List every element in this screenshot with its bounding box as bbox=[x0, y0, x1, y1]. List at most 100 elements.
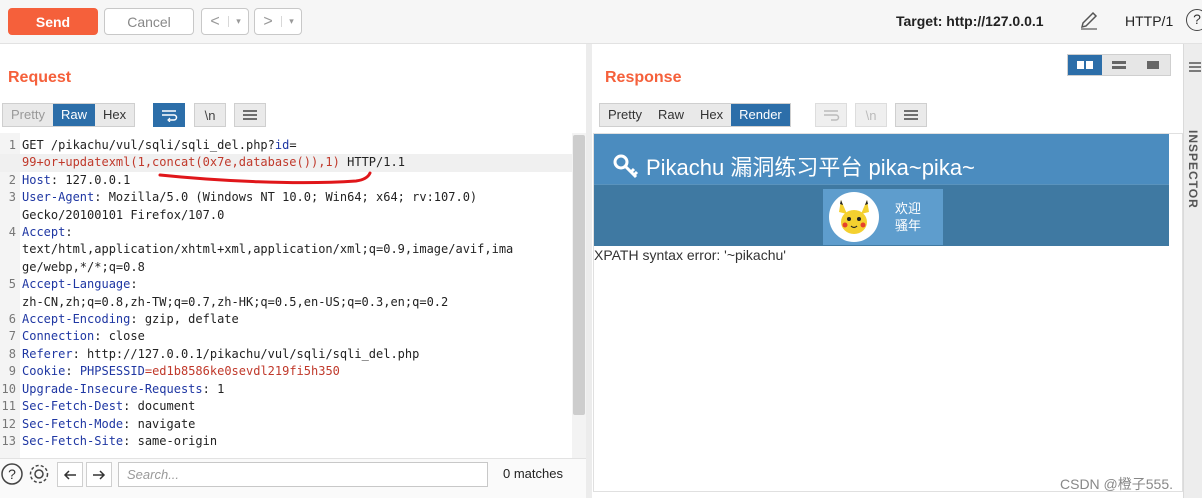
welcome-line-2: 骚年 bbox=[895, 218, 922, 233]
code-token: text/html,application/xhtml+xml,applicat… bbox=[22, 242, 514, 257]
inspector-tab[interactable]: INSPECTOR bbox=[1186, 130, 1200, 209]
code-token: Accept-Encoding bbox=[22, 312, 131, 327]
settings-gear-icon[interactable] bbox=[27, 462, 51, 486]
chevron-down-icon[interactable]: ▾ bbox=[281, 16, 301, 27]
line-content: zh-CN,zh;q=0.8,zh-TW;q=0.7,zh-HK;q=0.5,e… bbox=[20, 294, 572, 311]
line-content: text/html,application/xhtml+xml,applicat… bbox=[20, 241, 572, 258]
pane-splitter[interactable] bbox=[586, 44, 592, 498]
cancel-button[interactable]: Cancel bbox=[104, 8, 194, 35]
line-number bbox=[0, 154, 20, 171]
code-token: Host bbox=[22, 172, 51, 187]
code-token: PHPSESSID bbox=[79, 364, 145, 379]
tab-render[interactable]: Render bbox=[731, 104, 790, 126]
welcome-line-1: 欢迎 bbox=[895, 201, 922, 216]
send-button[interactable]: Send bbox=[8, 8, 98, 35]
layout-side-by-side-icon[interactable] bbox=[1068, 55, 1102, 75]
code-token: = bbox=[289, 138, 297, 152]
line-content: Accept: bbox=[20, 224, 572, 241]
back-history-group[interactable]: < ▾ bbox=[201, 8, 249, 35]
chevron-right-icon[interactable]: > bbox=[255, 13, 281, 31]
tab-pretty[interactable]: Pretty bbox=[3, 104, 53, 126]
code-token: : 127.0.0.1 bbox=[50, 172, 131, 187]
request-editor[interactable]: 1 GET /pikachu/vul/sqli/sqli_del.php?id= 9… bbox=[0, 133, 586, 458]
response-menu-button[interactable] bbox=[895, 103, 927, 127]
request-title: Request bbox=[8, 69, 72, 86]
request-scroll-thumb[interactable] bbox=[573, 135, 585, 415]
line-content: Sec-Fetch-Site: same-origin bbox=[20, 433, 572, 450]
inspector-sidebar[interactable] bbox=[1183, 44, 1202, 498]
tab-raw[interactable]: Raw bbox=[650, 104, 692, 126]
code-line: text/html,application/xhtml+xml,applicat… bbox=[0, 241, 572, 258]
layout-single-icon[interactable] bbox=[1136, 55, 1170, 75]
word-wrap-icon bbox=[162, 110, 178, 122]
line-number bbox=[0, 294, 20, 311]
code-token: : close bbox=[94, 329, 145, 344]
chevron-down-icon[interactable]: ▾ bbox=[228, 16, 248, 27]
help-icon[interactable]: ? bbox=[0, 462, 24, 486]
tab-hex[interactable]: Hex bbox=[692, 104, 731, 126]
search-next-button[interactable] bbox=[86, 462, 112, 487]
code-line: 12 Sec-Fetch-Mode: navigate bbox=[0, 416, 572, 433]
search-prev-button[interactable] bbox=[57, 462, 83, 487]
code-line: 8 Referer: http://127.0.0.1/pikachu/vul/s… bbox=[0, 346, 572, 363]
newline-toggle[interactable]: \n bbox=[194, 103, 226, 127]
line-content: Cookie: PHPSESSID=ed1b8586ke0sevdl219fi5… bbox=[20, 363, 572, 380]
code-line: 10 Upgrade-Insecure-Requests: 1 bbox=[0, 381, 572, 398]
line-content: 99+or+updatexml(1,concat(0x7e,database()… bbox=[20, 154, 572, 171]
line-number: 1 bbox=[8, 138, 16, 152]
code-token: : http://127.0.0.1/pikachu/vul/sqli/sqli… bbox=[72, 346, 420, 361]
code-line: 7 Connection: close bbox=[0, 328, 572, 345]
code-token: Accept-Language bbox=[22, 277, 131, 292]
newline-toggle[interactable]: \n bbox=[855, 103, 887, 127]
word-wrap-icon bbox=[824, 110, 840, 121]
tab-raw[interactable]: Raw bbox=[52, 104, 95, 126]
line-content: Upgrade-Insecure-Requests: 1 bbox=[20, 381, 572, 398]
code-token: Sec-Fetch-Dest bbox=[22, 399, 124, 414]
line-number: 8 bbox=[8, 346, 16, 361]
line-number: 12 bbox=[1, 416, 16, 431]
line-content: Accept-Language: bbox=[20, 276, 572, 293]
word-wrap-toggle[interactable] bbox=[153, 103, 185, 127]
request-menu-button[interactable] bbox=[234, 103, 266, 127]
site-header: Pikachu 漏洞练习平台 pika~pika~ bbox=[594, 134, 1169, 184]
code-token: GET /pikachu/vul/sqli/sqli_del.php? bbox=[22, 138, 275, 152]
line-number: 4 bbox=[8, 225, 16, 240]
pikachu-avatar-icon bbox=[839, 200, 869, 234]
filter-settings-icon[interactable] bbox=[1188, 60, 1202, 74]
code-token: zh-CN,zh;q=0.8,zh-TW;q=0.7,zh-HK;q=0.5,e… bbox=[22, 294, 449, 309]
site-nav-bar: 欢迎 骚年 bbox=[594, 184, 1169, 246]
code-token: : 1 bbox=[202, 381, 225, 396]
word-wrap-toggle[interactable] bbox=[815, 103, 847, 127]
target-label: Target: http://127.0.0.1 bbox=[896, 13, 1044, 29]
chevron-left-icon[interactable]: < bbox=[202, 13, 228, 31]
line-number: 10 bbox=[1, 381, 16, 396]
code-line: ge/webp,*/*;q=0.8 bbox=[0, 259, 572, 276]
layout-stacked-icon[interactable] bbox=[1102, 55, 1136, 75]
edit-target-pencil-icon[interactable] bbox=[1078, 10, 1100, 32]
code-token: 99+or+updatexml(1,concat(0x7e,database()… bbox=[22, 155, 340, 170]
hamburger-menu-icon bbox=[243, 110, 257, 120]
code-line: 9 Cookie: PHPSESSID=ed1b8586ke0sevdl219fi… bbox=[0, 363, 572, 380]
code-token: id bbox=[274, 138, 290, 152]
user-welcome-box[interactable]: 欢迎 骚年 bbox=[823, 189, 943, 245]
tab-hex[interactable]: Hex bbox=[95, 104, 134, 126]
code-line: 3 User-Agent: Mozilla/5.0 (Windows NT 10.… bbox=[0, 189, 572, 206]
line-number: 2 bbox=[8, 172, 16, 187]
code-token: =ed1b8586ke0sevdl219fi5h350 bbox=[144, 364, 340, 379]
red-underline-annotation bbox=[158, 171, 372, 185]
response-title: Response bbox=[605, 69, 682, 86]
help-icon[interactable]: ? bbox=[1186, 9, 1202, 31]
code-token: : navigate bbox=[123, 416, 196, 431]
code-token: Sec-Fetch-Mode bbox=[22, 416, 124, 431]
tab-pretty[interactable]: Pretty bbox=[600, 104, 650, 126]
line-number: 9 bbox=[8, 364, 16, 379]
code-token: : gzip, deflate bbox=[130, 312, 239, 327]
code-token: Sec-Fetch-Site bbox=[22, 433, 124, 448]
code-token: Accept bbox=[22, 225, 66, 240]
code-token: HTTP/1.1 bbox=[339, 155, 405, 170]
forward-history-group[interactable]: > ▾ bbox=[254, 8, 302, 35]
rendered-response: Pikachu 漏洞练习平台 pika~pika~ 欢迎 骚年 XPATH sy… bbox=[593, 133, 1183, 492]
code-line: zh-CN,zh;q=0.8,zh-TW;q=0.7,zh-HK;q=0.5,e… bbox=[0, 294, 572, 311]
search-input[interactable]: Search... bbox=[118, 462, 488, 487]
line-content: Accept-Encoding: gzip, deflate bbox=[20, 311, 572, 328]
